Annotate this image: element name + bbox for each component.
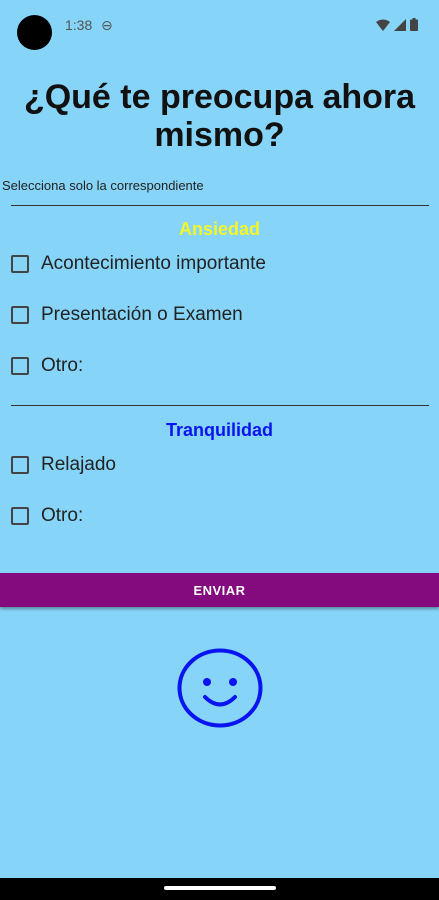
battery-icon (410, 18, 418, 31)
checkbox[interactable] (11, 357, 29, 375)
wifi-icon (376, 19, 390, 31)
option-label: Relajado (41, 454, 116, 475)
camera-cutout (17, 15, 52, 50)
page-title: ¿Qué te preocupa ahora mismo? (23, 78, 416, 154)
settings-icon: ⊖ (101, 17, 113, 33)
checkbox[interactable] (11, 306, 29, 324)
option-otro-ansiedad[interactable]: Otro: (11, 355, 83, 377)
home-gesture-handle[interactable] (164, 886, 276, 890)
option-otro-tranquilidad[interactable]: Otro: (11, 505, 83, 527)
option-label: Otro: (41, 505, 84, 526)
submit-button[interactable]: ENVIAR (0, 573, 439, 607)
option-presentacion-examen[interactable]: Presentación o Examen (11, 304, 243, 326)
page-subtitle: Selecciona solo la correspondiente (2, 178, 204, 193)
status-time: 1:38 (65, 17, 93, 33)
checkbox[interactable] (11, 255, 29, 273)
option-label: Acontecimiento importante (41, 253, 266, 274)
option-label: Presentación o Examen (41, 304, 243, 325)
status-bar: 1:38 ⊖ (0, 0, 439, 58)
section-title-ansiedad: Ansiedad (178, 219, 261, 239)
checkbox[interactable] (11, 507, 29, 525)
checkbox[interactable] (11, 456, 29, 474)
option-relajado[interactable]: Relajado (11, 454, 116, 476)
option-acontecimiento-importante[interactable]: Acontecimiento importante (11, 253, 266, 275)
navigation-bar (0, 878, 439, 900)
divider-tranquilidad (11, 405, 429, 406)
smiley-face-icon (177, 648, 263, 728)
section-title-tranquilidad: Tranquilidad (165, 420, 273, 440)
status-icons (376, 18, 418, 31)
option-label: Otro: (41, 355, 84, 376)
divider-ansiedad (11, 205, 429, 206)
signal-icon (394, 18, 406, 31)
